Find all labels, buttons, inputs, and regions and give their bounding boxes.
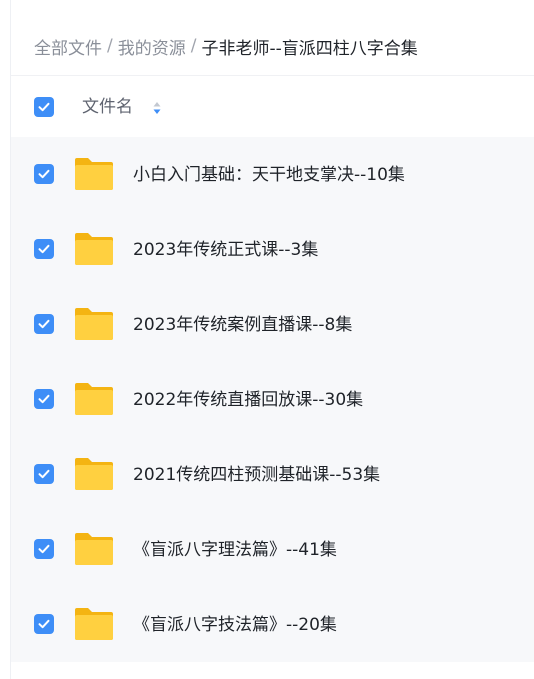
breadcrumb: 全部文件 / 我的资源 / 子非老师--盲派四柱八字合集 xyxy=(34,32,418,60)
file-name[interactable]: 小白入门基础：天干地支掌决--10集 xyxy=(133,161,405,189)
sort-arrows-icon[interactable] xyxy=(152,99,162,117)
breadcrumb-separator: / xyxy=(190,36,197,56)
folder-icon xyxy=(75,608,113,640)
file-row[interactable]: 《盲派八字理法篇》--41集 xyxy=(11,512,534,587)
breadcrumb-current-folder: 子非老师--盲派四柱八字合集 xyxy=(201,38,418,59)
breadcrumb-separator: / xyxy=(107,36,113,56)
row-checkbox[interactable] xyxy=(34,614,54,634)
file-manager: 全部文件 / 我的资源 / 子非老师--盲派四柱八字合集 文件名 小白入门基础：… xyxy=(0,0,534,679)
folder-icon xyxy=(75,458,113,490)
row-checkbox[interactable] xyxy=(34,464,54,484)
folder-icon xyxy=(75,308,113,340)
row-checkbox[interactable] xyxy=(34,164,54,184)
file-row[interactable]: 2022年传统直播回放课--30集 xyxy=(11,362,534,437)
checkmark-icon xyxy=(38,319,50,329)
row-checkbox[interactable] xyxy=(34,239,54,259)
checkmark-icon xyxy=(38,244,50,254)
checkmark-icon xyxy=(38,102,50,112)
checkmark-icon xyxy=(38,469,50,479)
row-checkbox[interactable] xyxy=(34,539,54,559)
folder-icon xyxy=(75,158,113,190)
breadcrumb-my-resources[interactable]: 我的资源 xyxy=(118,34,186,59)
folder-icon xyxy=(75,233,113,265)
file-name[interactable]: 《盲派八字技法篇》--20集 xyxy=(133,611,337,639)
row-checkbox[interactable] xyxy=(34,389,54,409)
list-column-header: 文件名 xyxy=(11,76,534,136)
checkmark-icon xyxy=(38,169,50,179)
file-row[interactable]: 小白入门基础：天干地支掌决--10集 xyxy=(11,137,534,212)
file-name[interactable]: 2021传统四柱预测基础课--53集 xyxy=(133,461,380,489)
file-name[interactable]: 2023年传统正式课--3集 xyxy=(133,236,318,264)
file-name[interactable]: 2022年传统直播回放课--30集 xyxy=(133,386,363,414)
file-row[interactable]: 《盲派八字技法篇》--20集 xyxy=(11,587,534,662)
folder-icon xyxy=(75,383,113,415)
select-all-checkbox[interactable] xyxy=(34,97,54,117)
checkmark-icon xyxy=(38,544,50,554)
file-row[interactable]: 2021传统四柱预测基础课--53集 xyxy=(11,437,534,512)
file-name[interactable]: 《盲派八字理法篇》--41集 xyxy=(133,536,337,564)
breadcrumb-all-files[interactable]: 全部文件 xyxy=(34,34,102,59)
file-row[interactable]: 2023年传统正式课--3集 xyxy=(11,212,534,287)
file-row[interactable]: 2023年传统案例直播课--8集 xyxy=(11,287,534,362)
file-name[interactable]: 2023年传统案例直播课--8集 xyxy=(133,311,352,339)
column-file-name[interactable]: 文件名 xyxy=(82,94,133,120)
file-list: 小白入门基础：天干地支掌决--10集 2023年传统正式课--3集 2023年传… xyxy=(11,137,534,662)
folder-icon xyxy=(75,533,113,565)
row-checkbox[interactable] xyxy=(34,314,54,334)
checkmark-icon xyxy=(38,619,50,629)
checkmark-icon xyxy=(38,394,50,404)
